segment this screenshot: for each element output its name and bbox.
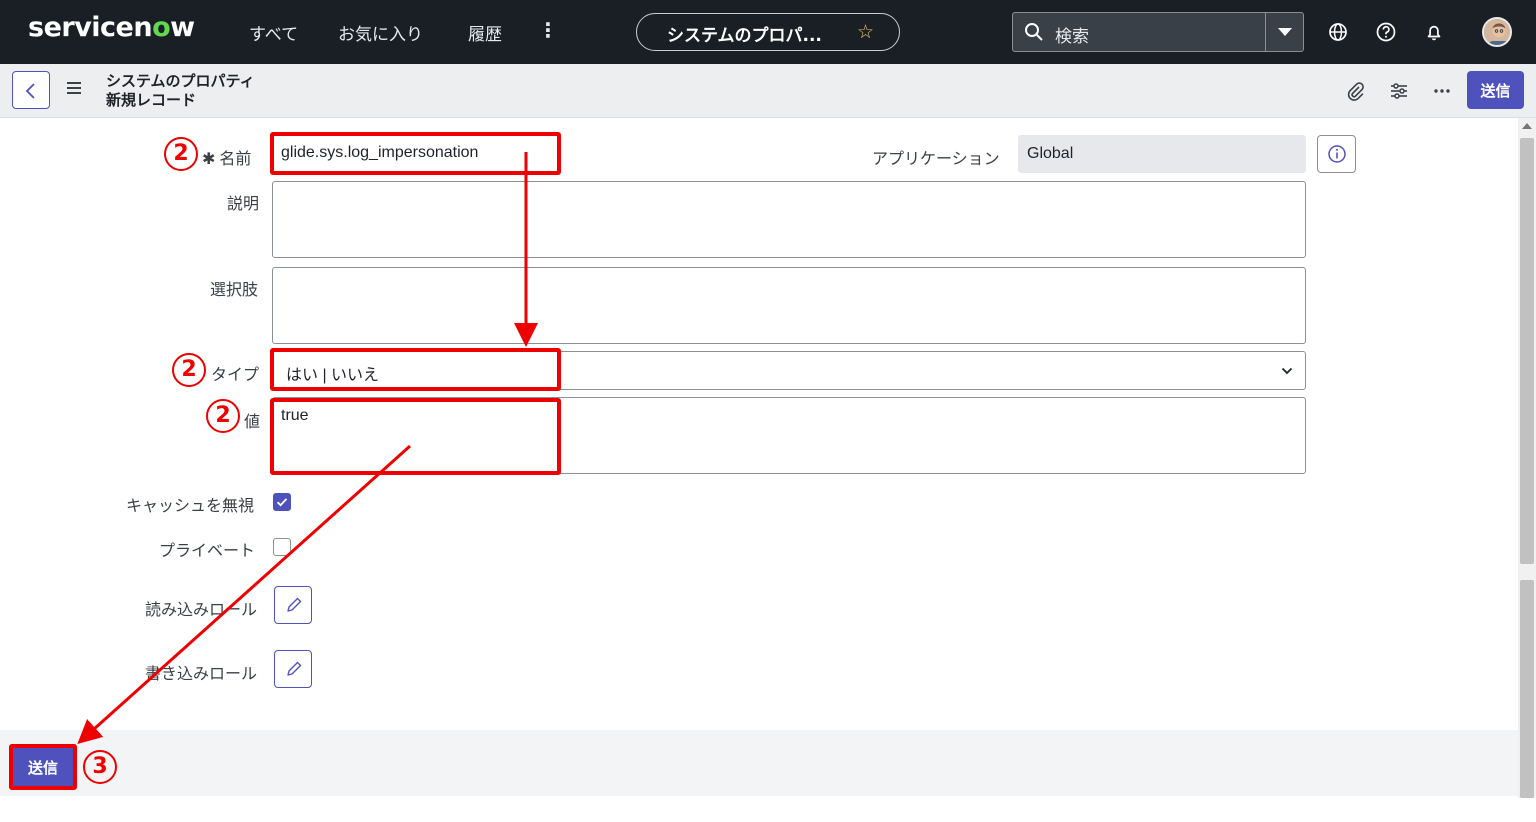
description-label: 説明 — [227, 194, 260, 213]
annotation-step-value: 2 — [206, 399, 240, 433]
search-input[interactable]: 検索 — [1055, 22, 1089, 47]
servicenow-logo[interactable]: servicenow — [28, 12, 195, 43]
application-field: Global — [1018, 135, 1306, 173]
avatar-face-icon — [1484, 19, 1510, 45]
choices-label: 選択肢 — [210, 280, 259, 299]
name-label: ✱ 名前 — [202, 145, 251, 169]
annotation-step-type: 2 — [172, 353, 206, 387]
scroll-up-arrow-icon[interactable] — [1522, 123, 1532, 129]
write-roles-edit-button[interactable] — [274, 650, 312, 688]
annotation-arrow-value-to-submit — [77, 444, 412, 745]
context-label: システムのプロパ... — [667, 26, 822, 46]
submit-button-header[interactable]: 送信 — [1467, 71, 1524, 109]
info-icon — [1328, 145, 1346, 163]
read-roles-label: 読み込みロール — [145, 600, 258, 619]
paperclip-icon[interactable] — [1344, 80, 1366, 102]
user-avatar[interactable] — [1482, 17, 1512, 47]
record-header: システムのプロパティ 新規レコード 送信 — [0, 64, 1536, 118]
logo-text-suffix: w — [170, 12, 195, 43]
write-roles-label: 書き込みロール — [145, 664, 258, 683]
global-search[interactable]: 検索 — [1012, 12, 1304, 52]
read-roles-edit-button[interactable] — [274, 586, 312, 624]
name-label-text: 名前 — [219, 149, 252, 168]
choices-textarea[interactable] — [272, 267, 1306, 344]
chevron-down-icon — [1281, 367, 1293, 375]
description-textarea[interactable] — [272, 181, 1306, 258]
globe-icon[interactable] — [1326, 20, 1350, 44]
record-state-title: 新規レコード — [106, 91, 197, 109]
ignore-cache-label: キャッシュを無視 — [126, 496, 255, 515]
annotation-box-name — [270, 132, 561, 175]
logo-text-o: o — [152, 12, 171, 43]
personalize-sliders-icon[interactable] — [1388, 80, 1410, 102]
checkmark-icon — [276, 498, 288, 507]
pencil-icon — [287, 661, 302, 676]
ignore-cache-checkbox[interactable] — [273, 493, 291, 511]
required-icon: ✱ — [202, 149, 216, 168]
nav-all[interactable]: すべて — [249, 20, 298, 45]
more-options-icon[interactable] — [1431, 80, 1453, 102]
record-table-title: システムのプロパティ — [106, 72, 255, 90]
context-menu-icon[interactable] — [67, 82, 81, 97]
value-label: 値 — [244, 412, 261, 431]
private-label: プライベート — [159, 541, 256, 560]
scrollbar-thumb-lower[interactable] — [1520, 580, 1534, 798]
search-icon — [1025, 23, 1043, 41]
annotation-box-submit — [9, 744, 77, 790]
scrollbar-thumb[interactable] — [1520, 138, 1534, 564]
annotation-box-value — [270, 398, 561, 475]
favorite-star-icon[interactable]: ☆ — [857, 21, 874, 43]
back-button[interactable] — [12, 71, 50, 109]
annotation-step-submit: 3 — [83, 750, 117, 784]
notification-bell-icon[interactable] — [1422, 20, 1446, 44]
annotation-box-type — [270, 348, 561, 391]
annotation-step-name: 2 — [164, 137, 198, 171]
top-navbar: servicenow すべて お気に入り 履歴 ⋮ システムのプロパ... ☆ … — [0, 0, 1536, 64]
nav-favorites[interactable]: お気に入り — [338, 20, 423, 45]
help-icon[interactable] — [1374, 20, 1398, 44]
type-label: タイプ — [211, 365, 260, 384]
private-checkbox[interactable] — [273, 538, 291, 556]
nav-more-icon[interactable]: ⋮ — [538, 18, 558, 42]
logo-text-prefix: servicen — [28, 12, 153, 43]
application-label: アプリケーション — [872, 149, 1000, 168]
search-dropdown-icon[interactable] — [1278, 28, 1292, 36]
pencil-icon — [287, 597, 302, 612]
nav-history[interactable]: 履歴 — [468, 20, 502, 45]
context-pill[interactable]: システムのプロパ... ☆ — [636, 13, 900, 51]
application-info-button[interactable] — [1317, 135, 1356, 173]
form-footer — [0, 730, 1518, 796]
chevron-left-icon — [25, 83, 35, 99]
search-divider — [1265, 13, 1266, 51]
